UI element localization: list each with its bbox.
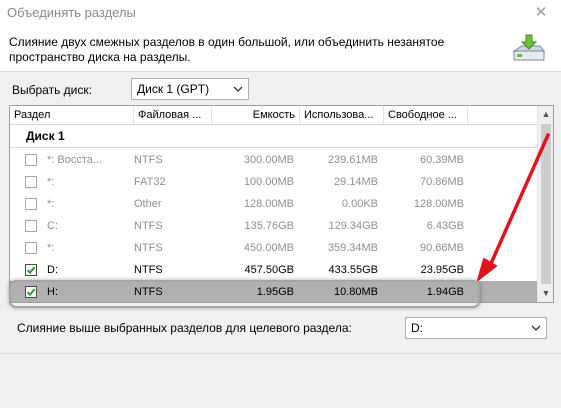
column-free[interactable]: Свободное ... bbox=[384, 106, 468, 125]
merge-target-value: D: bbox=[411, 321, 423, 335]
row-checkbox[interactable] bbox=[25, 154, 37, 166]
row-checkbox[interactable] bbox=[25, 264, 37, 276]
disk-dropdown[interactable]: Диск 1 (GPT) bbox=[131, 78, 249, 100]
description-text: Слияние двух смежных разделов в один бол… bbox=[9, 35, 445, 64]
cell-filesystem: Other bbox=[134, 198, 162, 210]
column-filesystem[interactable]: Файловая ... bbox=[134, 106, 212, 125]
cell-filesystem: NTFS bbox=[134, 220, 163, 232]
cell-free: 1.94GB bbox=[426, 286, 464, 298]
column-used[interactable]: Использова... bbox=[300, 106, 384, 125]
cell-free: 128.00MB bbox=[413, 198, 464, 210]
cell-free: 6.43GB bbox=[426, 220, 464, 232]
partition-table: Раздел Файловая ... Емкость Использова..… bbox=[9, 105, 554, 303]
description-panel: Слияние двух смежных разделов в один бол… bbox=[0, 26, 561, 72]
cell-filesystem: NTFS bbox=[134, 154, 163, 166]
table-row[interactable]: *: Восста... NTFS 300.00MB 239.61MB 60.39MB bbox=[10, 149, 538, 171]
cell-partition: H: bbox=[47, 286, 58, 298]
title-bar: Объединять разделы ✕ bbox=[0, 0, 561, 26]
cell-filesystem: FAT32 bbox=[134, 176, 166, 188]
disk-select-label: Выбрать диск: bbox=[12, 83, 92, 97]
cell-free: 70.86MB bbox=[419, 176, 464, 188]
cell-free: 60.39MB bbox=[419, 154, 464, 166]
cell-free: 23.95GB bbox=[420, 264, 464, 276]
footer-divider bbox=[0, 353, 561, 354]
table-row[interactable]: *: NTFS 450.00MB 359.34MB 90.66MB bbox=[10, 237, 538, 259]
merge-target-label: Слияние выше выбранных разделов для целе… bbox=[17, 321, 352, 335]
cell-used: 239.61MB bbox=[327, 154, 378, 166]
cell-capacity: 100.00MB bbox=[243, 176, 294, 188]
chevron-down-icon bbox=[531, 325, 541, 331]
cell-capacity: 300.00MB bbox=[243, 154, 294, 166]
cell-used: 0.00KB bbox=[341, 198, 378, 210]
checkmark-icon bbox=[26, 266, 36, 275]
row-checkbox[interactable] bbox=[25, 286, 37, 298]
cell-used: 433.55GB bbox=[328, 264, 378, 276]
merge-target-dropdown[interactable]: D: bbox=[405, 317, 547, 339]
table-row[interactable]: C: NTFS 135.76GB 129.34GB 6.43GB bbox=[10, 215, 538, 237]
row-checkbox[interactable] bbox=[25, 220, 37, 232]
table-row[interactable]: H: NTFS 1.95GB 10.80MB 1.94GB bbox=[10, 281, 538, 302]
table-row[interactable]: *: FAT32 100.00MB 29.14MB 70.86MB bbox=[10, 171, 538, 193]
cell-used: 129.34GB bbox=[328, 220, 378, 232]
row-checkbox[interactable] bbox=[25, 242, 37, 254]
cell-filesystem: NTFS bbox=[134, 264, 163, 276]
table-header: Раздел Файловая ... Емкость Использова..… bbox=[10, 106, 538, 125]
cell-partition: *: bbox=[47, 242, 55, 254]
cell-filesystem: NTFS bbox=[134, 286, 163, 298]
cell-used: 359.34MB bbox=[327, 242, 378, 254]
disk-group-header: Диск 1 bbox=[10, 125, 538, 148]
window-title: Объединять разделы bbox=[7, 5, 136, 20]
cell-capacity: 457.50GB bbox=[244, 264, 294, 276]
scroll-down-icon[interactable]: ▼ bbox=[538, 285, 553, 302]
close-icon[interactable]: ✕ bbox=[531, 3, 551, 23]
disk-dropdown-value: Диск 1 (GPT) bbox=[137, 82, 210, 96]
scroll-thumb[interactable] bbox=[541, 124, 551, 284]
checkmark-icon bbox=[26, 288, 36, 297]
cell-partition: D: bbox=[47, 264, 58, 276]
merge-partition-icon bbox=[512, 34, 546, 61]
cell-capacity: 128.00MB bbox=[243, 198, 294, 210]
cell-partition: *: Восста... bbox=[47, 154, 103, 166]
row-checkbox[interactable] bbox=[25, 198, 37, 210]
cell-capacity: 450.00MB bbox=[243, 242, 294, 254]
scroll-up-icon[interactable]: ▲ bbox=[538, 106, 553, 123]
column-capacity[interactable]: Емкость bbox=[212, 106, 300, 125]
table-row[interactable]: D: NTFS 457.50GB 433.55GB 23.95GB bbox=[10, 259, 538, 281]
cell-partition: C: bbox=[47, 220, 58, 232]
cell-used: 10.80MB bbox=[333, 286, 378, 298]
cell-filesystem: NTFS bbox=[134, 242, 163, 254]
cell-capacity: 1.95GB bbox=[256, 286, 294, 298]
cell-capacity: 135.76GB bbox=[244, 220, 294, 232]
table-scrollbar[interactable]: ▲ ▼ bbox=[537, 106, 553, 302]
cell-partition: *: bbox=[47, 176, 55, 188]
cell-used: 29.14MB bbox=[333, 176, 378, 188]
column-partition[interactable]: Раздел bbox=[10, 106, 134, 125]
cell-free: 90.66MB bbox=[419, 242, 464, 254]
table-row[interactable]: *: Other 128.00MB 0.00KB 128.00MB bbox=[10, 193, 538, 215]
row-checkbox[interactable] bbox=[25, 176, 37, 188]
chevron-down-icon bbox=[233, 86, 243, 92]
cell-partition: *: bbox=[47, 198, 55, 210]
